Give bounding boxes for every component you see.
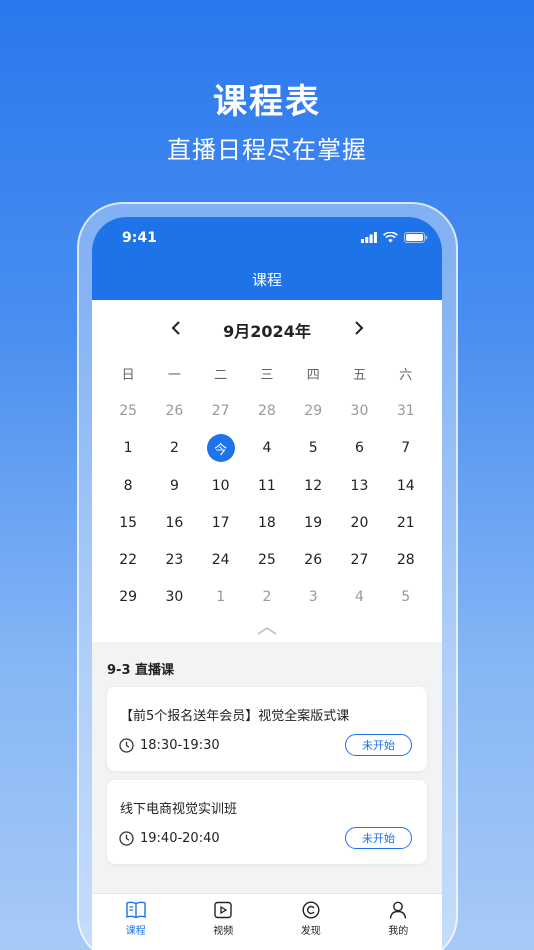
calendar-day[interactable]: 23 xyxy=(151,541,197,578)
weekday-label: 日 xyxy=(121,368,135,384)
calendar-day[interactable]: 24 xyxy=(198,541,244,578)
status-time: 9:41 xyxy=(122,230,157,246)
calendar-day[interactable]: 25 xyxy=(244,541,290,578)
calendar-day[interactable]: 18 xyxy=(244,504,290,541)
calendar-day[interactable]: 28 xyxy=(244,392,290,429)
calendar-day[interactable]: 16 xyxy=(151,504,197,541)
calendar-day[interactable]: 14 xyxy=(383,467,429,504)
promo-title: 课程表 xyxy=(213,82,321,122)
calendar-day[interactable]: 8 xyxy=(105,467,151,504)
clock-icon xyxy=(119,831,134,846)
calendar-day[interactable]: 4 xyxy=(244,430,290,467)
course-time-row: 19:40-20:40 xyxy=(119,831,220,846)
collapse-calendar-button[interactable] xyxy=(257,622,277,635)
battery-icon xyxy=(404,232,428,243)
calendar-day[interactable]: 4 xyxy=(336,579,382,616)
calendar-day[interactable]: 15 xyxy=(105,504,151,541)
weekday-label: 六 xyxy=(399,368,413,384)
tab-courses[interactable]: 课程 xyxy=(92,894,180,950)
promo-subtitle: 直播日程尽在掌握 xyxy=(167,136,367,164)
course-time-row: 18:30-19:30 xyxy=(119,738,220,753)
calendar-day[interactable]: 27 xyxy=(198,392,244,429)
calendar-day[interactable]: 12 xyxy=(290,467,336,504)
page-title: 课程 xyxy=(251,271,282,289)
signal-icon xyxy=(361,232,377,243)
calendar-day[interactable]: 26 xyxy=(290,541,336,578)
calendar-day[interactable]: 30 xyxy=(336,392,382,429)
calendar-day[interactable]: 6 xyxy=(336,430,382,467)
tab-label: 视频 xyxy=(213,926,234,937)
calendar-day[interactable]: 29 xyxy=(105,579,151,616)
calendar-day[interactable]: 29 xyxy=(290,392,336,429)
course-status-button[interactable]: 未开始 xyxy=(345,734,412,756)
calendar-day[interactable]: 22 xyxy=(105,541,151,578)
course-card[interactable]: 线下电商视觉实训班 19:40-20:40 未开始 xyxy=(107,780,427,864)
calendar-day[interactable]: 7 xyxy=(383,430,429,467)
wifi-icon xyxy=(383,232,398,243)
course-time: 19:40-20:40 xyxy=(140,831,220,846)
calendar-day-today[interactable]: 今 xyxy=(198,430,244,467)
tab-label: 发现 xyxy=(300,926,321,937)
tab-label: 课程 xyxy=(125,926,146,937)
calendar-day[interactable]: 26 xyxy=(151,392,197,429)
calendar-day[interactable]: 20 xyxy=(336,504,382,541)
calendar: 9月2024年 日 一 二 三 四 五 六 25 26 27 28 29 30 … xyxy=(92,300,442,642)
calendar-day[interactable]: 28 xyxy=(383,541,429,578)
calendar-day[interactable]: 1 xyxy=(198,579,244,616)
course-name: 【前5个报名送年会员】视觉全案版式课 xyxy=(120,709,350,724)
tab-mine[interactable]: 我的 xyxy=(355,894,443,950)
weekday-label: 二 xyxy=(214,368,228,384)
calendar-day[interactable]: 11 xyxy=(244,467,290,504)
calendar-day[interactable]: 19 xyxy=(290,504,336,541)
weekday-label: 五 xyxy=(352,368,366,384)
calendar-day[interactable]: 1 xyxy=(105,430,151,467)
calendar-day[interactable]: 31 xyxy=(383,392,429,429)
next-month-button[interactable] xyxy=(347,316,371,340)
calendar-day[interactable]: 3 xyxy=(290,579,336,616)
calendar-day[interactable]: 5 xyxy=(290,430,336,467)
book-icon xyxy=(126,901,146,919)
month-switcher: 9月2024年 xyxy=(92,316,442,341)
calendar-day[interactable]: 27 xyxy=(336,541,382,578)
calendar-day[interactable]: 10 xyxy=(198,467,244,504)
schedule-section-title: 9-3 直播课 xyxy=(107,663,175,678)
course-time: 18:30-19:30 xyxy=(140,738,220,753)
status-icons xyxy=(361,232,428,243)
user-icon xyxy=(390,901,407,919)
calendar-day[interactable]: 2 xyxy=(151,430,197,467)
course-status-button[interactable]: 未开始 xyxy=(345,827,412,849)
discover-icon xyxy=(302,901,320,919)
calendar-day[interactable]: 21 xyxy=(383,504,429,541)
tab-label: 我的 xyxy=(388,926,409,937)
app-screen: 9:41 课程 9月2024年 日 一 二 三 四 五 六 25 26 27 2… xyxy=(92,217,442,950)
header-bar: 9:41 课程 xyxy=(92,217,442,300)
calendar-day[interactable]: 5 xyxy=(383,579,429,616)
month-label: 9月2024年 xyxy=(223,322,311,341)
video-icon xyxy=(214,901,232,919)
course-name: 线下电商视觉实训班 xyxy=(120,802,238,817)
calendar-day[interactable]: 17 xyxy=(198,504,244,541)
weekday-label: 三 xyxy=(260,368,274,384)
course-card[interactable]: 【前5个报名送年会员】视觉全案版式课 18:30-19:30 未开始 xyxy=(107,687,427,771)
clock-icon xyxy=(119,738,134,753)
tab-discover[interactable]: 发现 xyxy=(267,894,355,950)
tab-videos[interactable]: 视频 xyxy=(180,894,268,950)
calendar-day[interactable]: 9 xyxy=(151,467,197,504)
weekday-label: 一 xyxy=(167,368,181,384)
chevron-right-icon xyxy=(355,321,364,335)
calendar-day[interactable]: 25 xyxy=(105,392,151,429)
calendar-day[interactable]: 13 xyxy=(336,467,382,504)
calendar-grid: 日 一 二 三 四 五 六 25 26 27 28 29 30 31 1 2 今… xyxy=(105,355,429,616)
today-marker: 今 xyxy=(206,434,235,463)
bottom-tab-bar: 课程 视频 发现 我的 xyxy=(92,893,442,950)
weekday-label: 四 xyxy=(306,368,320,384)
calendar-day[interactable]: 2 xyxy=(244,579,290,616)
chevron-up-icon xyxy=(257,627,277,635)
calendar-day[interactable]: 30 xyxy=(151,579,197,616)
